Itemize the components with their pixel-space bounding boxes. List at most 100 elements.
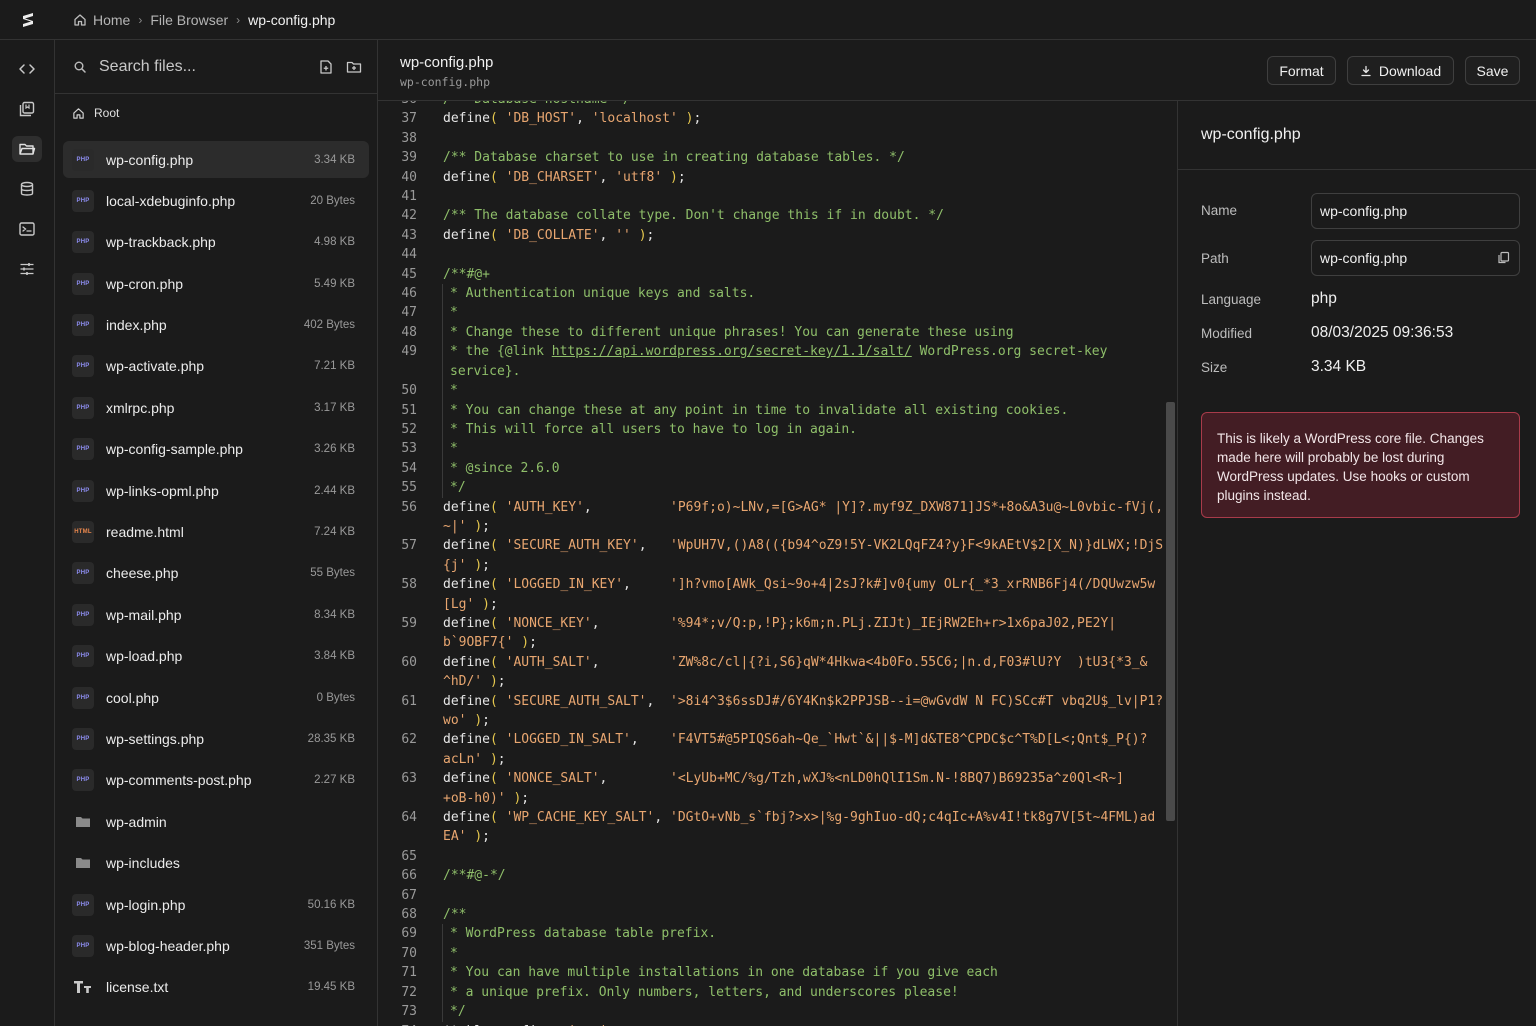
rail-files-button[interactable] — [12, 136, 42, 162]
code-token: , — [591, 615, 670, 631]
app-logo-icon[interactable] — [0, 0, 55, 40]
file-row[interactable]: PHP xmlrpc.php 3.17 KB — [63, 389, 369, 426]
file-size: 402 Bytes — [303, 319, 355, 332]
code-token: 'DB_CHARSET' — [505, 169, 600, 185]
format-button[interactable]: Format — [1267, 56, 1336, 85]
code-token: */ — [450, 1004, 466, 1020]
file-row[interactable]: PHP wp-links-opml.php 2.44 KB — [63, 472, 369, 509]
file-name: wp-activate.php — [106, 358, 205, 375]
file-size: 5.49 KB — [314, 277, 355, 290]
file-size: 7.24 KB — [314, 526, 355, 539]
line-text: define( 'DB_HOST', 'localhost' ); — [443, 109, 1165, 128]
download-button[interactable]: Download — [1347, 56, 1454, 85]
file-row[interactable]: PHP wp-settings.php 28.35 KB — [63, 720, 369, 757]
file-row[interactable]: PHP wp-config-sample.php 3.26 KB — [63, 431, 369, 468]
rail-library-button[interactable] — [12, 96, 42, 122]
breadcrumb-home[interactable]: Home — [93, 12, 130, 28]
php-file-icon: PHP — [72, 189, 94, 212]
file-row[interactable]: PHP local-xdebuginfo.php 20 Bytes — [63, 182, 369, 219]
code-line: 47 * — [378, 303, 1165, 323]
file-row[interactable]: PHP index.php 402 Bytes — [63, 307, 369, 344]
code-token: define — [443, 499, 490, 515]
new-file-icon[interactable] — [317, 58, 335, 76]
file-row[interactable]: PHP cool.php 0 Bytes — [63, 679, 369, 716]
file-row[interactable]: PHP wp-config.php 3.34 KB — [63, 141, 369, 178]
file-row[interactable]: PHP wp-load.php 3.84 KB — [63, 638, 369, 675]
file-row[interactable]: HTML readme.html 7.24 KB — [63, 514, 369, 551]
line-number: 57 — [401, 538, 417, 554]
code-token: * a unique prefix. Only numbers, letters… — [450, 984, 959, 1000]
file-name: wp-settings.php — [106, 730, 205, 747]
line-text: ^hD/' ); — [443, 672, 1165, 691]
code-line: ^hD/' ); — [378, 672, 1165, 691]
line-number: 42 — [401, 208, 417, 224]
line-number: 70 — [401, 945, 417, 961]
editor-scrollbar[interactable] — [1166, 402, 1175, 821]
file-row[interactable]: wp-includes — [63, 845, 369, 882]
code-line: 66 /**#@-*/ — [378, 866, 1165, 885]
code-token: * — [450, 383, 458, 399]
file-row[interactable]: PHP wp-login.php 50.16 KB — [63, 886, 369, 923]
file-size: 3.34 KB — [314, 153, 355, 166]
file-row[interactable]: PHP cheese.php 55 Bytes — [63, 555, 369, 592]
breadcrumb-file-browser[interactable]: File Browser — [150, 12, 228, 28]
code-token: 'ZW%8c/cl|{?i,S6}qW*4Hkwa<4b0Fo.55C6;|n.… — [670, 654, 1148, 670]
file-row[interactable]: PHP wp-activate.php 7.21 KB — [63, 348, 369, 385]
file-row[interactable]: PHP wp-comments-post.php 2.27 KB — [63, 762, 369, 799]
path-field[interactable]: wp-config.php — [1311, 240, 1520, 276]
root-folder[interactable]: Root — [55, 94, 377, 132]
code-token: ( — [489, 499, 498, 515]
file-name: xmlrpc.php — [106, 399, 175, 416]
line-text: $table_prefix = 'wp_'; — [443, 1022, 1165, 1026]
code-token: ; — [529, 635, 537, 651]
file-row[interactable]: PHP wp-mail.php 8.34 KB — [63, 596, 369, 633]
line-text: * You can change these at any point in t… — [442, 400, 1165, 420]
home-icon[interactable] — [73, 13, 87, 27]
rail-settings-button[interactable] — [12, 256, 42, 282]
code-token: 'NONCE_SALT' — [505, 771, 600, 787]
name-field[interactable]: wp-config.php — [1311, 193, 1520, 229]
file-row[interactable]: license.txt 19.45 KB — [63, 969, 369, 1006]
code-editor[interactable]: 36/** Database hostname */37define( 'DB_… — [378, 101, 1177, 1026]
code-line: b`9OBF7{' ); — [378, 633, 1165, 652]
code-line: {j' ); — [378, 556, 1165, 575]
file-row[interactable]: PHP wp-blog-header.php 351 Bytes — [63, 927, 369, 964]
line-number: 50 — [401, 383, 417, 399]
file-size: 3.17 KB — [314, 401, 355, 414]
file-name: wp-links-opml.php — [106, 482, 219, 499]
file-name: wp-login.php — [106, 896, 186, 913]
line-number: 48 — [401, 324, 417, 340]
code-line: 38 — [378, 129, 1165, 148]
code-token: , — [583, 499, 670, 515]
rail-terminal-button[interactable] — [12, 216, 42, 242]
copy-icon[interactable] — [1497, 251, 1510, 267]
code-token: ) — [482, 596, 490, 612]
rail-database-button[interactable] — [12, 176, 42, 202]
code-token: 'F4VT5#@5PIQS6ah~Qe_`Hwt`&||$-M]d&TE8^CP… — [670, 732, 1148, 748]
code-token: WordPress.org secret-key — [911, 344, 1108, 360]
save-button[interactable]: Save — [1465, 56, 1520, 85]
line-number: 37 — [401, 111, 417, 127]
database-icon — [18, 180, 36, 198]
details-title: wp-config.php — [1178, 101, 1536, 170]
search-input[interactable]: Search files... — [99, 58, 307, 76]
file-row[interactable]: PHP wp-cron.php 5.49 KB — [63, 265, 369, 302]
line-text: [Lg' ); — [443, 595, 1165, 614]
terminal-icon — [18, 220, 36, 238]
code-token: ; — [482, 557, 490, 573]
php-file-icon: PHP — [72, 603, 94, 626]
rail-code-button[interactable] — [12, 56, 42, 82]
php-file-icon: PHP — [72, 396, 94, 419]
download-label: Download — [1378, 62, 1442, 79]
new-folder-icon[interactable] — [345, 58, 363, 76]
code-line: [Lg' ); — [378, 595, 1165, 614]
line-text: * — [442, 303, 1165, 323]
php-file-icon: PHP — [72, 562, 94, 585]
file-row[interactable]: wp-admin — [63, 803, 369, 840]
line-text: define( 'NONCE_KEY', '%94*;v/Q:p,!P};k6m… — [443, 614, 1165, 633]
file-row[interactable]: PHP wp-trackback.php 4.98 KB — [63, 224, 369, 261]
code-line: 72 * a unique prefix. Only numbers, lette… — [378, 982, 1165, 1003]
php-file-icon: PHP — [72, 645, 94, 668]
